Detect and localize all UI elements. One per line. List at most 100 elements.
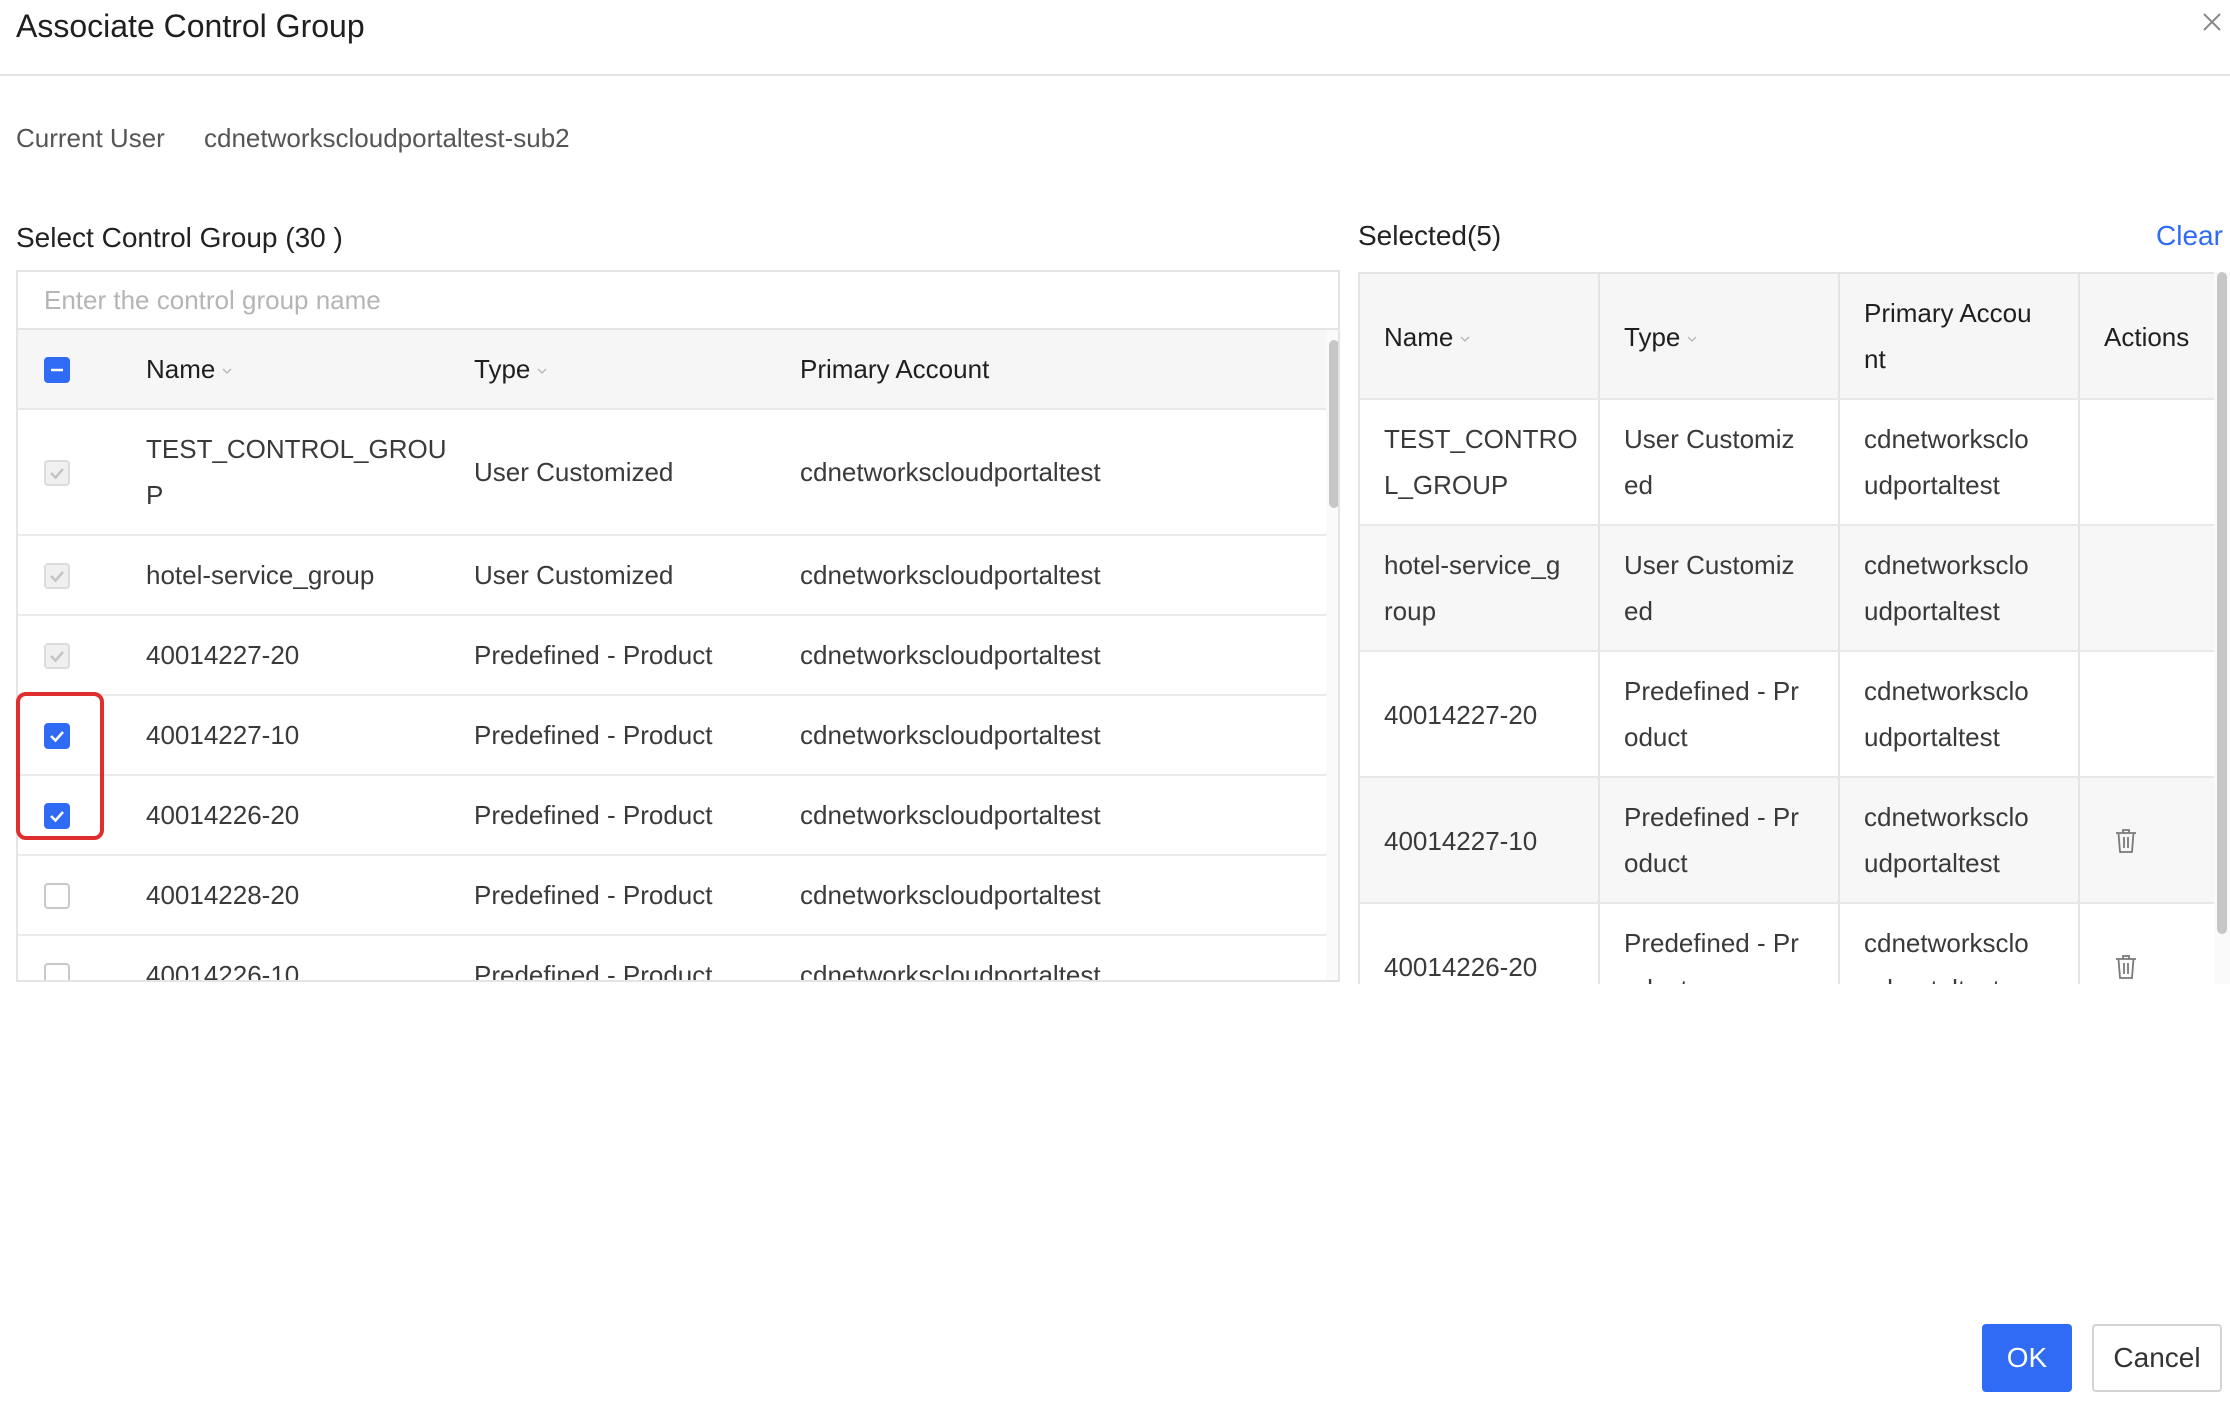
header-line: nt [1864, 344, 1886, 374]
column-header-name: Name [1384, 314, 1471, 360]
row-checkbox [44, 643, 70, 669]
selected-row: 40014227-10 Predefined - Pr oduct cdnetwo… [1360, 778, 2216, 904]
row-type: Predefined - Product [474, 640, 713, 670]
row-type: Predefined - Product [474, 720, 713, 750]
dialog-title: Associate Control Group [16, 8, 365, 44]
row-checkbox[interactable] [44, 883, 70, 909]
control-group-search-input[interactable] [18, 272, 1338, 330]
header-col-name[interactable]: Name [1360, 274, 1600, 398]
table-row[interactable]: 40014226-10 Predefined - Product cdnetwo… [18, 936, 1326, 982]
close-icon[interactable] [2198, 8, 2226, 36]
selected-row-type: User Customiz ed [1624, 424, 1795, 500]
select-all-checkbox[interactable] [44, 357, 70, 383]
row-checkbox [44, 563, 70, 589]
table-row[interactable]: 40014226-20 Predefined - Product cdnetwo… [18, 776, 1326, 856]
table-header: Name Type Primary Account [18, 330, 1326, 410]
header-line: Primary Accou [1864, 298, 2032, 328]
row-name-line: TEST_CONTROL_GROU [146, 434, 447, 464]
row-name: 40014227-20 [146, 640, 300, 670]
header-col-type[interactable]: Type [1600, 274, 1840, 398]
selected-row: 40014226-20 Predefined - Product cdnetwo… [1360, 904, 2216, 984]
selected-row: 40014227-20 Predefined - Pr oduct cdnetwo… [1360, 652, 2216, 778]
row-name: hotel-service_group [146, 560, 375, 590]
column-header-type-label: Type [474, 354, 531, 384]
selected-row-name: 40014227-10 [1384, 826, 1538, 856]
column-header-name[interactable]: Name [146, 346, 233, 392]
table-row[interactable]: hotel-service_group User Customized cdne… [18, 536, 1326, 616]
selected-row-primary-account: cdnetworkscloudportaltest [1864, 676, 2029, 752]
row-type: User Customized [474, 457, 674, 487]
chevron-down-icon [222, 368, 232, 375]
row-type: Predefined - Product [474, 800, 713, 830]
trash-icon[interactable] [2114, 828, 2138, 854]
selected-row-type: Predefined - Product [1624, 802, 1799, 878]
chevron-down-icon [1460, 336, 1470, 343]
column-header-primary-account: Primary Accou nt [1864, 290, 2032, 382]
table-row[interactable]: TEST_CONTROL_GROU P User Customized cdne… [18, 410, 1326, 536]
table-row[interactable]: 40014227-20 Predefined - Product cdnetwo… [18, 616, 1326, 696]
selected-row-primary-account: cdnetworkscloudportaltest [1864, 550, 2029, 626]
table-row[interactable]: 40014228-20 Predefined - Product cdnetwo… [18, 856, 1326, 936]
control-group-list-panel: Name Type Primary Account TEST_CONTROL_G… [16, 270, 1340, 982]
row-checkbox[interactable] [44, 963, 70, 980]
chevron-down-icon [1687, 336, 1697, 343]
ok-button[interactable]: OK [1982, 1324, 2072, 1392]
column-header-actions: Actions [2104, 322, 2190, 352]
selected-row-primary-account: cdnetworkscloudportaltest [1864, 802, 2029, 878]
row-type: Predefined - Product [474, 880, 713, 910]
selected-row-type: Predefined - Product [1624, 928, 1799, 984]
selected-row-actions [2080, 652, 2216, 776]
right-table-scrollbar-thumb[interactable] [2217, 272, 2227, 934]
selected-row: hotel-service_g roup User Customiz ed cdne… [1360, 526, 2216, 652]
column-header-type-label: Type [1624, 322, 1681, 352]
row-primary-account: cdnetworkscloudportaltest [800, 640, 1101, 670]
selected-row-name: 40014226-20 [1384, 952, 1538, 982]
selected-row-name: hotel-service_g roup [1384, 550, 1561, 626]
trash-icon[interactable] [2114, 954, 2138, 980]
current-user-value: cdnetworkscloudportaltest-sub2 [204, 123, 570, 153]
left-table-scrollbar-thumb[interactable] [1329, 340, 1338, 508]
selected-row-name: 40014227-20 [1384, 700, 1538, 730]
row-name-line: P [146, 480, 164, 510]
selected-row-type: User Customiz ed [1624, 550, 1795, 626]
selected-title: Selected(5) [1358, 220, 1502, 251]
row-primary-account: cdnetworkscloudportaltest [800, 720, 1101, 750]
row-type: User Customized [474, 560, 674, 590]
right-table-scrollbar[interactable] [2214, 272, 2230, 984]
selected-row-primary-account: cdnetworkscloudportaltest [1864, 424, 2029, 500]
column-header-primary-account: Primary Account [800, 354, 990, 384]
selected-row-name: TEST_CONTRO L_GROUP [1384, 424, 1578, 500]
clear-link[interactable]: Clear [2156, 216, 2223, 256]
header-col-primary-account: Primary Accou nt [1840, 274, 2080, 398]
header-col-actions: Actions [2080, 274, 2216, 398]
table-row[interactable]: 40014227-10 Predefined - Product cdnetwo… [18, 696, 1326, 776]
left-table-scrollbar[interactable] [1326, 330, 1338, 980]
header-divider [0, 74, 2230, 76]
column-header-type[interactable]: Type [474, 346, 548, 392]
row-name: 40014227-10 [146, 720, 300, 750]
selected-row-actions [2080, 526, 2216, 650]
column-header-name-label: Name [146, 354, 216, 384]
highlight-annotation [16, 692, 104, 840]
selected-table: Name Type Primary Accou nt Actions TEST_… [1358, 272, 2216, 984]
chevron-down-icon [537, 368, 547, 375]
column-header-type: Type [1624, 314, 1698, 360]
cancel-button[interactable]: Cancel [2092, 1324, 2222, 1392]
selected-row: TEST_CONTRO L_GROUP User Customiz ed cdnet… [1360, 400, 2216, 526]
selected-row-actions [2080, 778, 2216, 902]
row-primary-account: cdnetworkscloudportaltest [800, 457, 1101, 487]
selected-list-panel: Name Type Primary Accou nt Actions TEST_… [1358, 272, 2230, 984]
row-primary-account: cdnetworkscloudportaltest [800, 880, 1101, 910]
current-user-label: Current User [16, 123, 165, 153]
selected-row-actions [2080, 904, 2216, 984]
selected-row-type: Predefined - Product [1624, 676, 1799, 752]
select-control-group-title: Select Control Group (30 ) [16, 222, 343, 253]
row-name: 40014226-10 [146, 960, 300, 982]
selected-row-actions [2080, 400, 2216, 524]
selected-table-header: Name Type Primary Accou nt Actions [1360, 274, 2216, 400]
row-primary-account: cdnetworkscloudportaltest [800, 800, 1101, 830]
row-primary-account: cdnetworkscloudportaltest [800, 560, 1101, 590]
row-name: 40014226-20 [146, 800, 300, 830]
row-checkbox [44, 460, 70, 486]
selected-row-primary-account: cdnetworkscloudportaltest [1864, 928, 2029, 984]
